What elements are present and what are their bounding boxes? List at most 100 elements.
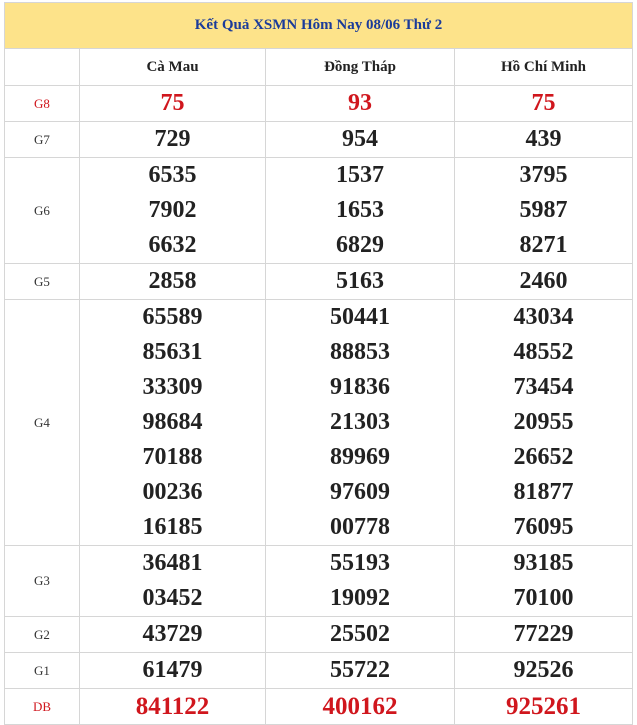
prize-number: 439 <box>525 126 562 152</box>
prize-cell: 5163 <box>265 263 455 300</box>
prize-cell: 61479 <box>79 652 266 689</box>
prize-number: 76095 <box>513 514 574 540</box>
prize-cell: 25502 <box>265 616 455 653</box>
prize-label: G5 <box>4 263 80 300</box>
prize-number: 6535 <box>148 162 197 188</box>
prize-number: 6829 <box>336 232 384 258</box>
prize-cell: 93 <box>265 85 455 122</box>
prize-number: 20955 <box>513 409 574 435</box>
prize-cell: 93185 70100 <box>454 545 633 617</box>
prize-number: 70188 <box>142 444 203 470</box>
prize-row-g3: G3 36481 03452 55193 19092 93185 70100 <box>4 545 633 617</box>
province-header-row: Cà Mau Đồng Tháp Hồ Chí Minh <box>4 48 633 86</box>
prize-cell: 400162 <box>265 688 455 725</box>
prize-number: 03452 <box>142 585 203 611</box>
special-prize-number: 925261 <box>506 693 581 720</box>
prize-row-db: DB 841122 400162 925261 <box>4 688 633 725</box>
prize-cell: 50441 88853 91836 21303 89969 97609 0077… <box>265 299 455 546</box>
prize-number: 2858 <box>148 268 197 294</box>
prize-cell: 43034 48552 73454 20955 26652 81877 7609… <box>454 299 633 546</box>
results-container: Kết Quả XSMN Hôm Nay 08/06 Thứ 2 Cà Mau … <box>4 2 633 725</box>
prize-cell: 36481 03452 <box>79 545 266 617</box>
prize-cell: 2858 <box>79 263 266 300</box>
province-header: Đồng Tháp <box>265 48 455 86</box>
prize-number: 89969 <box>330 444 390 470</box>
prize-number: 75 <box>531 90 556 116</box>
prize-cell: 439 <box>454 121 633 158</box>
prize-number: 3795 <box>519 162 568 188</box>
prize-row-g1: G1 61479 55722 92526 <box>4 652 633 689</box>
prize-number: 729 <box>154 126 191 152</box>
prize-row-g2: G2 43729 25502 77229 <box>4 616 633 653</box>
prize-number: 8271 <box>519 232 568 258</box>
prize-row-g6: G6 6535 7902 6632 1537 1653 6829 3795 59… <box>4 157 633 264</box>
prize-row-g5: G5 2858 5163 2460 <box>4 263 633 300</box>
prize-number: 61479 <box>142 657 203 683</box>
prize-cell: 841122 <box>79 688 266 725</box>
prize-number: 55722 <box>330 657 390 683</box>
prize-row-g7: G7 729 954 439 <box>4 121 633 158</box>
prize-number: 00236 <box>142 479 203 505</box>
prize-number: 26652 <box>513 444 574 470</box>
prize-number: 88853 <box>330 339 390 365</box>
prize-number: 91836 <box>330 374 390 400</box>
title-row: Kết Quả XSMN Hôm Nay 08/06 Thứ 2 <box>4 2 633 49</box>
prize-cell: 3795 5987 8271 <box>454 157 633 264</box>
prize-number: 21303 <box>330 409 390 435</box>
prize-number: 2460 <box>519 268 568 294</box>
prize-number: 43034 <box>513 304 574 330</box>
prize-label: G1 <box>4 652 80 689</box>
prize-cell: 75 <box>454 85 633 122</box>
prize-row-g8: G8 75 93 75 <box>4 85 633 122</box>
prize-label: G6 <box>4 157 80 264</box>
prize-number: 92526 <box>513 657 574 683</box>
prize-number: 77229 <box>513 621 574 647</box>
prize-number: 25502 <box>330 621 390 647</box>
lottery-results-table: Kết Quả XSMN Hôm Nay 08/06 Thứ 2 Cà Mau … <box>4 2 633 725</box>
prize-cell: 6535 7902 6632 <box>79 157 266 264</box>
prize-number: 73454 <box>513 374 574 400</box>
prize-label: G3 <box>4 545 80 617</box>
prize-cell: 92526 <box>454 652 633 689</box>
prize-number: 36481 <box>142 550 203 576</box>
prize-number: 85631 <box>142 339 203 365</box>
prize-cell: 77229 <box>454 616 633 653</box>
prize-number: 6632 <box>148 232 197 258</box>
prize-number: 65589 <box>142 304 203 330</box>
prize-label: G4 <box>4 299 80 546</box>
prize-cell: 1537 1653 6829 <box>265 157 455 264</box>
prize-number: 1653 <box>336 197 384 223</box>
prize-number: 55193 <box>330 550 390 576</box>
prize-cell: 925261 <box>454 688 633 725</box>
prize-cell: 75 <box>79 85 266 122</box>
prize-number: 954 <box>342 126 378 152</box>
header-empty <box>4 48 80 86</box>
prize-cell: 65589 85631 33309 98684 70188 00236 1618… <box>79 299 266 546</box>
prize-number: 19092 <box>330 585 390 611</box>
prize-label: G7 <box>4 121 80 158</box>
province-header: Cà Mau <box>79 48 266 86</box>
prize-number: 33309 <box>142 374 203 400</box>
prize-number: 5987 <box>519 197 568 223</box>
prize-number: 93185 <box>513 550 574 576</box>
prize-number: 00778 <box>330 514 390 540</box>
prize-row-g4: G4 65589 85631 33309 98684 70188 00236 1… <box>4 299 633 546</box>
special-prize-number: 841122 <box>135 693 210 720</box>
prize-number: 1537 <box>336 162 384 188</box>
province-header: Hồ Chí Minh <box>454 48 633 86</box>
prize-cell: 55193 19092 <box>265 545 455 617</box>
prize-label: G2 <box>4 616 80 653</box>
prize-number: 98684 <box>142 409 203 435</box>
prize-cell: 55722 <box>265 652 455 689</box>
special-prize-number: 400162 <box>322 693 398 720</box>
prize-number: 75 <box>160 90 185 116</box>
prize-number: 70100 <box>513 585 574 611</box>
prize-number: 93 <box>348 90 372 116</box>
prize-cell: 2460 <box>454 263 633 300</box>
prize-number: 48552 <box>513 339 574 365</box>
prize-cell: 43729 <box>79 616 266 653</box>
prize-label: G8 <box>4 85 80 122</box>
prize-number: 16185 <box>142 514 203 540</box>
prize-cell: 954 <box>265 121 455 158</box>
prize-number: 7902 <box>148 197 197 223</box>
